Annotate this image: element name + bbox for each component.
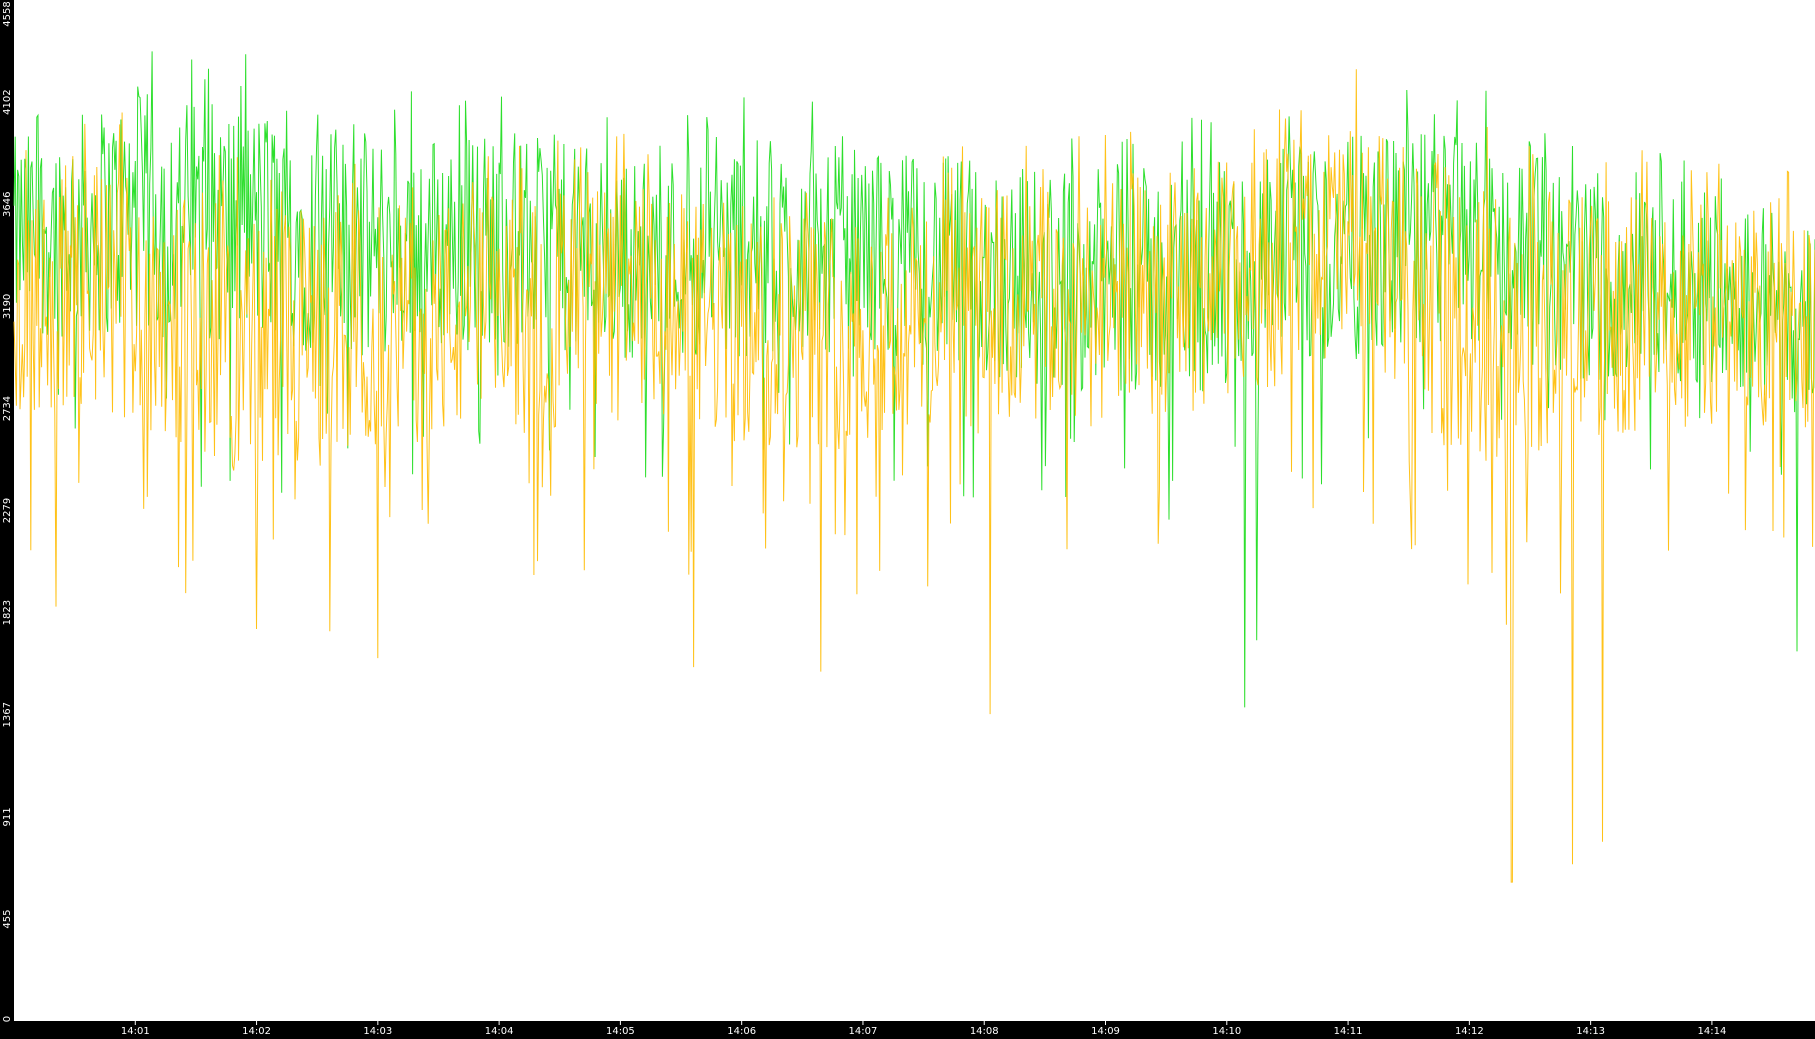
x-tick-label: 14:13 — [1576, 1026, 1605, 1037]
x-tick-label: 14:08 — [970, 1026, 999, 1037]
y-axis: 0 455 911 1367 1823 2279 2734 3190 3646 4102 4558 — [2, 1, 13, 1022]
x-tick-label: 14:11 — [1334, 1026, 1363, 1037]
y-tick-label: 455 — [2, 910, 13, 929]
x-tick-label: 14:14 — [1697, 1026, 1726, 1037]
time-series-chart: 045591113671823227927343190364641024558 … — [2, 0, 1815, 1037]
y-tick-label: 2279 — [2, 498, 13, 523]
y-tick-label: 911 — [2, 807, 13, 826]
x-tick-label: 14:06 — [727, 1026, 756, 1037]
y-tick-label: 4558 — [2, 1, 13, 26]
x-tick-label: 14:03 — [363, 1026, 392, 1037]
x-tick-label: 14:04 — [485, 1026, 514, 1037]
x-tick-label: 14:02 — [242, 1026, 271, 1037]
x-tick-label: 14:09 — [1091, 1026, 1120, 1037]
y-tick-label: 0 — [2, 1016, 13, 1022]
y-tick-label: 2734 — [2, 396, 13, 421]
x-tick-label: 14:12 — [1455, 1026, 1484, 1037]
y-tick-label: 3190 — [2, 294, 13, 319]
x-axis: 14:01 14:02 14:03 14:04 14:05 14:06 14:07 14:08… — [121, 1021, 1726, 1037]
x-tick-label: 14:07 — [849, 1026, 878, 1037]
y-tick-label: 1823 — [2, 600, 13, 625]
chart-root: 0 455 911 1367 1823 2279 2734 3190 3646 4102 4558 … — [0, 0, 1815, 1039]
x-tick-label: 14:10 — [1212, 1026, 1241, 1037]
x-tick-label: 14:05 — [606, 1026, 635, 1037]
x-tick-label: 14:01 — [121, 1026, 150, 1037]
y-tick-label: 3646 — [2, 192, 13, 217]
y-tick-label: 4102 — [2, 89, 13, 114]
y-tick-label: 1367 — [2, 702, 13, 727]
